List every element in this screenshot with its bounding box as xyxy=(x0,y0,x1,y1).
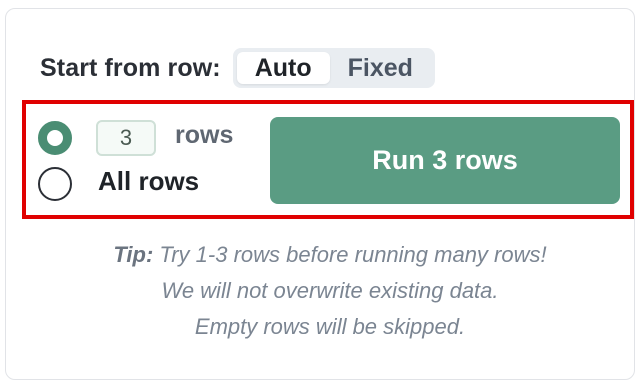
start-mode-fixed-button[interactable]: Fixed xyxy=(330,52,431,84)
tip-line-3: Empty rows will be skipped. xyxy=(194,314,466,339)
start-mode-auto-button[interactable]: Auto xyxy=(236,52,330,84)
tips-text: Tip: Try 1-3 rows before running many ro… xyxy=(40,237,620,345)
row-count-input[interactable]: 3 xyxy=(96,120,156,156)
start-from-row-control: Start from row: Auto Fixed xyxy=(40,44,435,92)
row-count-unit-label: rows xyxy=(175,121,234,149)
tip-prefix: Tip: xyxy=(113,242,154,267)
all-rows-radio[interactable] xyxy=(38,167,72,201)
start-mode-segmented-control: Auto Fixed xyxy=(232,48,435,88)
tip-line-1: Tip: Try 1-3 rows before running many ro… xyxy=(40,237,620,273)
tip-line-1-text: Try 1-3 rows before running many rows! xyxy=(153,242,547,267)
tip-line-2: We will not overwrite existing data. xyxy=(161,278,499,303)
all-rows-label: All rows xyxy=(98,166,200,196)
run-rows-button[interactable]: Run 3 rows xyxy=(270,117,620,204)
row-count-radio[interactable] xyxy=(38,121,72,155)
start-from-row-label: Start from row: xyxy=(40,53,221,82)
